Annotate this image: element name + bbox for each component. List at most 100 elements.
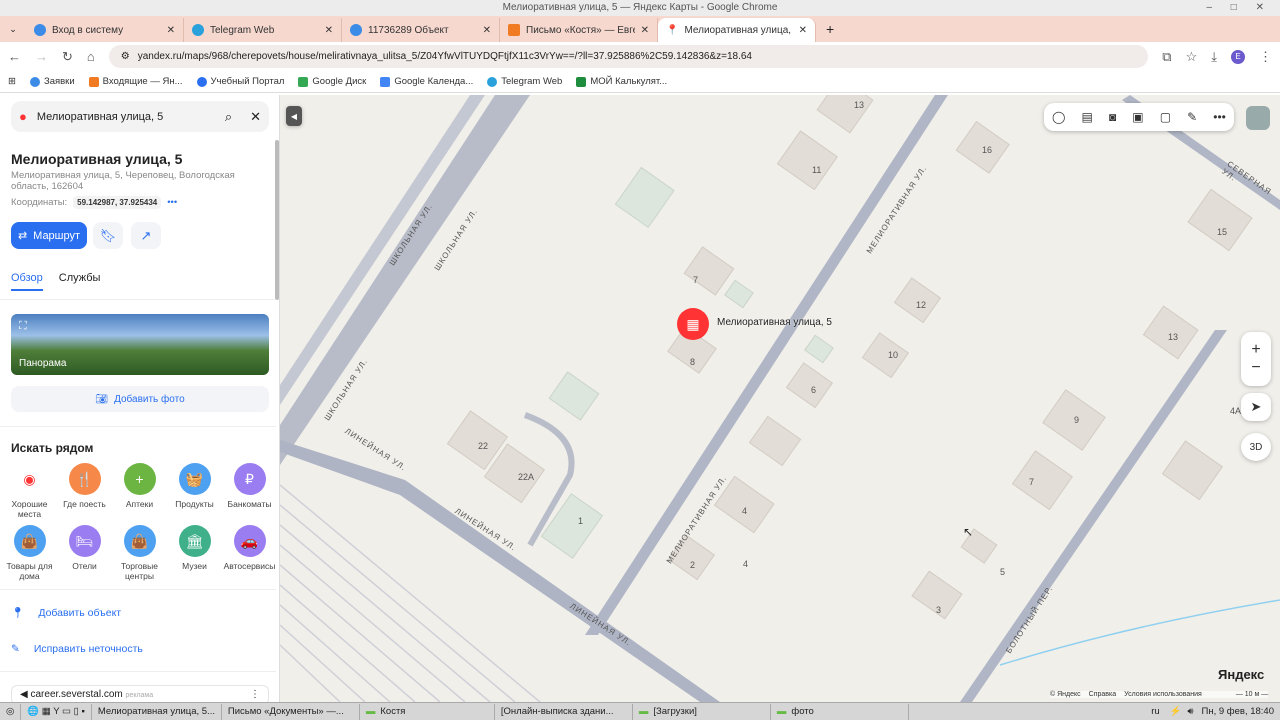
- category-item[interactable]: 🛏 Отели: [57, 525, 112, 581]
- map-canvas[interactable]: 13 11 16 15 7 12 13 10 8 6 9 4А 7 4 22 22А 1 4 2 5 3 ШКОЛЬНАЯ…: [280, 95, 1280, 702]
- zoom-out-button[interactable]: −: [1251, 359, 1260, 377]
- cards-icon[interactable]: ▢: [1160, 110, 1171, 124]
- user-avatar[interactable]: [1246, 106, 1270, 130]
- map-layers-toolbar: ◯ ▤ ◙ ▣ ▢ ✎ •••: [1044, 103, 1234, 131]
- 3d-button[interactable]: 3D: [1241, 433, 1271, 461]
- window-controls[interactable]: – □ ✕: [1206, 0, 1272, 16]
- tab[interactable]: Вход в систему ✕: [26, 18, 184, 42]
- map-type-icon[interactable]: ▤: [1082, 110, 1093, 124]
- new-tab-button[interactable]: +: [826, 21, 834, 37]
- close-tab-icon[interactable]: ✕: [641, 25, 649, 36]
- bookmark[interactable]: Google Диск: [298, 76, 366, 87]
- search-input[interactable]: Мелиоративная улица, 5: [37, 111, 215, 123]
- terms-link[interactable]: Условия использования: [1124, 691, 1202, 698]
- taskbar-item[interactable]: ▬ [Загрузки]: [633, 703, 771, 720]
- tab-list-button[interactable]: ⌄: [0, 24, 26, 35]
- home-icon[interactable]: ⌂: [87, 49, 95, 64]
- category-item[interactable]: 🏛 Музеи: [167, 525, 222, 581]
- close-icon[interactable]: ✕: [250, 109, 261, 125]
- category-item[interactable]: 👜 Торговые центры: [112, 525, 167, 581]
- coords-value[interactable]: 59.142987, 37.925434: [73, 196, 162, 209]
- locate-button[interactable]: ➤: [1241, 393, 1271, 421]
- add-object-link[interactable]: 📍︎ Добавить объект: [11, 606, 121, 620]
- ad-domain: career.severstal.com: [30, 689, 123, 700]
- tab[interactable]: Telegram Web ✕: [184, 18, 342, 42]
- add-place-icon: 📍︎: [11, 607, 25, 619]
- mail-icon: [508, 24, 520, 36]
- collapse-sidebar-button[interactable]: ◀: [286, 106, 302, 126]
- category-item[interactable]: 👜 Товары для дома: [2, 525, 57, 581]
- profile-avatar[interactable]: E: [1231, 49, 1245, 64]
- category-item[interactable]: + Аптеки: [112, 463, 167, 519]
- more-icon[interactable]: •••: [1213, 110, 1226, 124]
- category-item[interactable]: 🧺 Продукты: [167, 463, 222, 519]
- bookmark[interactable]: МОЙ Калькулят...: [576, 76, 667, 87]
- install-icon[interactable]: ⧉: [1162, 49, 1171, 65]
- keyboard-layout[interactable]: ru: [1151, 706, 1159, 717]
- close-tab-icon[interactable]: ✕: [799, 25, 807, 36]
- category-item[interactable]: 🍴 Где поесть: [57, 463, 112, 519]
- bookmark[interactable]: Google Календа...: [380, 76, 473, 87]
- menu-icon[interactable]: ⋮: [1259, 49, 1272, 65]
- bookmark[interactable]: Telegram Web: [487, 76, 562, 87]
- help-link[interactable]: Справка: [1089, 691, 1116, 698]
- bookmark[interactable]: Учебный Портал: [196, 76, 284, 87]
- zoom-in-button[interactable]: +: [1251, 341, 1260, 359]
- bookmark[interactable]: Заявки: [29, 76, 75, 87]
- ruler-icon[interactable]: ✎: [1187, 110, 1197, 124]
- marker-label[interactable]: Мелиоративная улица, 5: [717, 317, 832, 328]
- share-button[interactable]: ↗: [131, 222, 161, 249]
- add-photo-button[interactable]: 📷︎ Добавить фото: [11, 386, 269, 412]
- layers-icon[interactable]: ◯: [1052, 110, 1065, 124]
- close-tab-icon[interactable]: ✕: [167, 25, 175, 36]
- taskbar-item[interactable]: ▬ фото: [771, 703, 909, 720]
- volume-icon[interactable]: 🔊︎: [1188, 706, 1194, 717]
- place-marker-icon[interactable]: ▦: [677, 308, 709, 340]
- panorama-camera-icon[interactable]: ◙: [1109, 110, 1116, 124]
- forward-icon[interactable]: →: [35, 49, 48, 64]
- sidebar-scrollbar[interactable]: [275, 140, 279, 300]
- ad-card[interactable]: ◀ career.severstal.com реклама ⋮: [11, 685, 269, 702]
- site-info-icon[interactable]: ⚙: [121, 51, 130, 62]
- back-icon[interactable]: ←: [8, 49, 21, 64]
- close-tab-icon[interactable]: ✕: [325, 25, 333, 36]
- tab-services[interactable]: Службы: [59, 272, 101, 291]
- reload-icon[interactable]: ↻: [62, 49, 73, 65]
- route-button[interactable]: ⇄ Маршрут: [11, 222, 87, 249]
- house-number: 4: [743, 559, 749, 569]
- tab-overview[interactable]: Обзор: [11, 272, 43, 291]
- search-icon[interactable]: ⌕: [225, 109, 232, 125]
- tab[interactable]: 11736289 Объект ✕: [342, 18, 500, 42]
- telegram-icon: [192, 24, 204, 36]
- quick-launch-icons[interactable]: 🌐 ▦ Y ▭ ▯ ▪: [21, 703, 92, 720]
- search-box[interactable]: ● Мелиоративная улица, 5 ⌕ ✕: [11, 101, 269, 132]
- category-item[interactable]: 🚗 Автосервисы: [222, 525, 277, 581]
- taskbar-item[interactable]: Мелиоративная улица, 5...: [92, 703, 222, 720]
- tab-active[interactable]: 📍 Мелиоративная улица, 5 — ✕: [658, 18, 816, 42]
- start-menu-icon[interactable]: ◎: [0, 703, 22, 720]
- category-item[interactable]: ₽ Банкоматы: [222, 463, 277, 519]
- scale-label: 10 м: [1244, 691, 1260, 698]
- url-field[interactable]: ⚙ yandex.ru/maps/968/cherepovets/house/me…: [108, 45, 1149, 68]
- category-label: Товары для дома: [6, 561, 53, 581]
- more-icon[interactable]: •••: [167, 197, 177, 208]
- category-item[interactable]: ◉ Хорошие места: [2, 463, 57, 519]
- apps-icon[interactable]: ⊞: [8, 76, 16, 87]
- scale-bar: — 10 м —: [1235, 691, 1269, 698]
- category-label: Где поесть: [63, 499, 106, 509]
- network-icon[interactable]: ⚡: [1170, 706, 1182, 717]
- download-icon[interactable]: ⤓: [1211, 49, 1217, 65]
- tab[interactable]: Письмо «Костя» — Евгений ✕: [500, 18, 658, 42]
- taskbar-item[interactable]: [Онлайн-выписка здани...: [495, 703, 633, 720]
- ad-menu-icon[interactable]: ⋮: [250, 689, 260, 700]
- taskbar-item[interactable]: Письмо «Документы» —...: [222, 703, 360, 720]
- panorama-preview[interactable]: ⛶ Панорама: [11, 314, 269, 375]
- bookmark[interactable]: Входящие — Ян...: [88, 76, 183, 87]
- star-icon[interactable]: ☆: [1186, 49, 1198, 65]
- close-tab-icon[interactable]: ✕: [483, 25, 491, 36]
- fix-error-link[interactable]: ✎ Исправить неточность: [11, 643, 143, 655]
- transport-icon[interactable]: ▣: [1132, 110, 1143, 124]
- bookmark-button[interactable]: 🔖︎: [93, 222, 123, 249]
- clock[interactable]: Пн, 9 фев, 18:40: [1202, 706, 1274, 717]
- taskbar-item[interactable]: ▬ Костя: [360, 703, 495, 720]
